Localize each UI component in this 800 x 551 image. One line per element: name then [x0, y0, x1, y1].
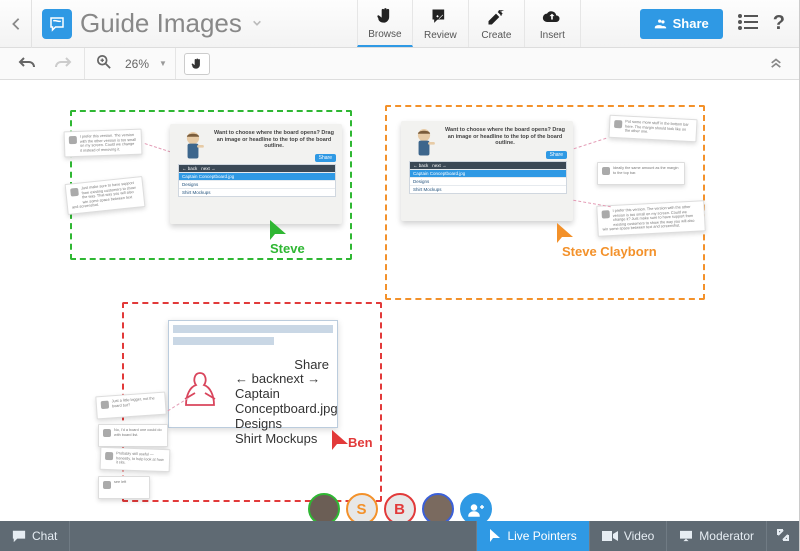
mode-tab-create[interactable]: T Create [469, 0, 525, 47]
expand-icon[interactable] [777, 529, 789, 541]
mode-tab-label: Create [481, 30, 511, 41]
double-chevron-up-icon [769, 56, 783, 68]
zoom-button[interactable] [93, 53, 115, 75]
svg-text:T: T [499, 8, 504, 18]
note[interactable]: No, I'd a board one could do with board … [98, 424, 168, 447]
connector-line [573, 200, 611, 208]
note[interactable]: Put some more stuff in the bottom bar he… [608, 115, 697, 143]
brand-area: Guide Images [32, 8, 272, 39]
pointer-icon [489, 529, 501, 543]
tip-card[interactable]: Want to choose where the board opens? Dr… [170, 124, 342, 224]
board-title-chevron[interactable] [252, 17, 262, 31]
note[interactable]: I prefer this version. The version with … [596, 200, 705, 236]
share-button[interactable]: Share [640, 9, 723, 39]
moderator-button[interactable]: Moderator [667, 521, 767, 551]
list-icon [737, 13, 759, 31]
undo-icon [18, 55, 36, 69]
mode-tabs: Browse Review T Create Insert [357, 0, 581, 47]
board-orange[interactable]: Want to choose where the board opens? Dr… [385, 105, 705, 300]
top-header: Guide Images Browse Review T Create [0, 0, 799, 48]
video-button[interactable]: Video [590, 521, 667, 551]
board-red[interactable]: Share ← backnext → Captain Conceptboard.… [122, 302, 382, 502]
live-pointer-label-green: Steve [270, 241, 305, 256]
zoom-value[interactable]: 26% [125, 57, 149, 71]
video-label: Video [624, 529, 654, 543]
toolbar: 26% ▼ [0, 48, 799, 80]
chat-label: Chat [32, 529, 57, 543]
expand-bottom-bar [767, 529, 799, 544]
hand-icon [374, 6, 396, 26]
chat-icon [12, 529, 26, 543]
mode-tab-browse[interactable]: Browse [357, 0, 413, 47]
magnifier-icon [97, 55, 111, 69]
presentation-icon [679, 530, 693, 542]
board-green[interactable]: I prefer this version. The version with … [70, 110, 352, 260]
canvas[interactable]: I prefer this version. The version with … [0, 80, 799, 521]
back-button[interactable] [0, 0, 32, 48]
people-icon [654, 17, 667, 30]
note[interactable]: Probably still useful — honestly, to hel… [100, 447, 171, 472]
mini-share: Share [546, 151, 567, 159]
live-pointer-label-orange: Steve Clayborn [562, 244, 657, 259]
sketch-figure [177, 367, 223, 425]
illustration-person [178, 130, 208, 164]
pan-tool[interactable] [184, 53, 210, 75]
live-pointer-label-red: Ben [348, 435, 373, 450]
mini-share: Share [294, 357, 329, 372]
redo-button[interactable] [50, 53, 76, 75]
help-button[interactable]: ? [773, 12, 785, 35]
mini-list: ← backnext → Captain Conceptboard.jpg De… [178, 164, 336, 197]
undo-button[interactable] [14, 53, 40, 75]
connector-line [574, 138, 607, 149]
bottom-bar: Chat Live Pointers Video Moderator [0, 521, 799, 551]
create-icon: T [485, 7, 507, 27]
mini-share: Share [315, 154, 336, 162]
board-title[interactable]: Guide Images [80, 8, 242, 39]
list-view-button[interactable] [737, 11, 759, 37]
live-pointer-red [330, 430, 350, 455]
note[interactable]: Ideally the same amount as the margin to… [597, 162, 685, 185]
redo-icon [54, 55, 72, 69]
video-icon [602, 530, 618, 542]
chevron-down-icon [252, 18, 262, 28]
note[interactable]: I prefer this version. The version with … [64, 129, 143, 158]
live-pointers-label: Live Pointers [507, 529, 576, 543]
chat-button[interactable]: Chat [0, 521, 70, 551]
collapse-toolbar[interactable] [769, 56, 793, 71]
mini-list: ← backnext → Captain Conceptboard.jpg De… [235, 371, 331, 446]
mode-tab-label: Review [424, 30, 457, 41]
note[interactable]: Just make sure to have support from exis… [65, 176, 146, 215]
header-right: Share ? [640, 9, 799, 39]
mode-tab-insert[interactable]: Insert [525, 0, 581, 47]
live-pointers-button[interactable]: Live Pointers [477, 521, 589, 551]
cloud-upload-icon [541, 7, 563, 27]
share-button-label: Share [673, 16, 709, 31]
chevron-left-icon [9, 17, 23, 31]
app-logo [42, 9, 72, 39]
illustration-person [409, 127, 439, 161]
moderator-label: Moderator [699, 529, 754, 543]
mini-list: ← backnext → Captain Conceptboard.jpg De… [409, 161, 567, 194]
speech-scribble-icon [48, 15, 66, 33]
tip-card[interactable]: Want to choose where the board opens? Dr… [401, 121, 573, 221]
hand-icon [190, 57, 204, 71]
mode-tab-label: Insert [540, 30, 565, 41]
mode-tab-label: Browse [368, 29, 401, 40]
mode-tab-review[interactable]: Review [413, 0, 469, 47]
wireframe-card[interactable]: Share ← backnext → Captain Conceptboard.… [168, 320, 338, 428]
review-icon [429, 7, 451, 27]
bottom-bar-spacer [70, 521, 477, 551]
note[interactable]: Just a little bigger, not the board but? [95, 392, 166, 420]
zoom-dropdown[interactable]: ▼ [159, 59, 167, 68]
add-person-icon [468, 501, 484, 517]
